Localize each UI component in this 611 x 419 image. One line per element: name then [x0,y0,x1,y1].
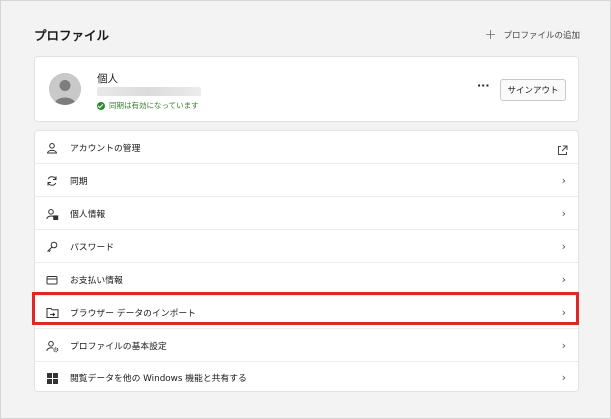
check-circle-icon [97,101,105,110]
credit-card-icon [45,273,59,287]
windows-icon [45,371,59,385]
menu-label: 同期 [70,176,88,187]
profile-menu: アカウントの管理 同期 › 個人情報 › パスワード › お支払い情報 › ブラ… [34,130,579,392]
page-header: プロファイル + プロファイルの追加 [34,28,580,44]
import-icon [45,306,59,320]
menu-item-personal-info[interactable]: 個人情報 › [35,197,578,229]
signout-button[interactable]: サインアウト [500,79,566,101]
add-profile-label: プロファイルの追加 [503,31,580,41]
sync-status: 同期は有効になっています [97,100,199,111]
profile-card: 個人 同期は有効になっています ··· サインアウト [34,56,579,122]
menu-label: 閲覧データを他の Windows 機能と共有する [70,373,247,384]
menu-item-import-browser-data[interactable]: ブラウザー データのインポート › [35,296,578,328]
chevron-right-icon: › [561,370,566,384]
chevron-right-icon: › [561,272,566,286]
menu-item-profile-preferences[interactable]: プロファイルの基本設定 › [35,329,578,361]
key-icon [45,240,59,254]
profile-name: 個人 [97,73,118,85]
menu-item-sync[interactable]: 同期 › [35,164,578,196]
chevron-right-icon: › [561,338,566,352]
email-redacted [97,87,201,96]
menu-item-manage-account[interactable]: アカウントの管理 [35,131,578,163]
menu-item-share-with-windows[interactable]: 閲覧データを他の Windows 機能と共有する › [35,361,578,393]
person-info-icon [45,207,59,221]
menu-label: ブラウザー データのインポート [70,308,196,319]
external-link-icon [557,141,568,155]
more-options-button[interactable]: ··· [477,79,490,92]
menu-label: アカウントの管理 [70,143,141,154]
menu-label: パスワード [70,242,114,253]
menu-label: お支払い情報 [70,275,123,286]
menu-label: プロファイルの基本設定 [70,341,167,352]
plus-icon: + [484,27,497,43]
sync-status-text: 同期は有効になっています [109,101,199,110]
menu-item-passwords[interactable]: パスワード › [35,230,578,262]
avatar [49,73,81,105]
page-title: プロファイル [34,28,110,43]
person-icon [45,141,59,155]
profile-settings-icon [45,339,59,353]
chevron-right-icon: › [561,239,566,253]
chevron-right-icon: › [561,305,566,319]
sync-icon [45,174,59,188]
chevron-right-icon: › [561,206,566,220]
chevron-right-icon: › [561,173,566,187]
menu-label: 個人情報 [70,209,106,220]
menu-item-payment-info[interactable]: お支払い情報 › [35,263,578,295]
add-profile-button[interactable]: + プロファイルの追加 [484,27,580,43]
